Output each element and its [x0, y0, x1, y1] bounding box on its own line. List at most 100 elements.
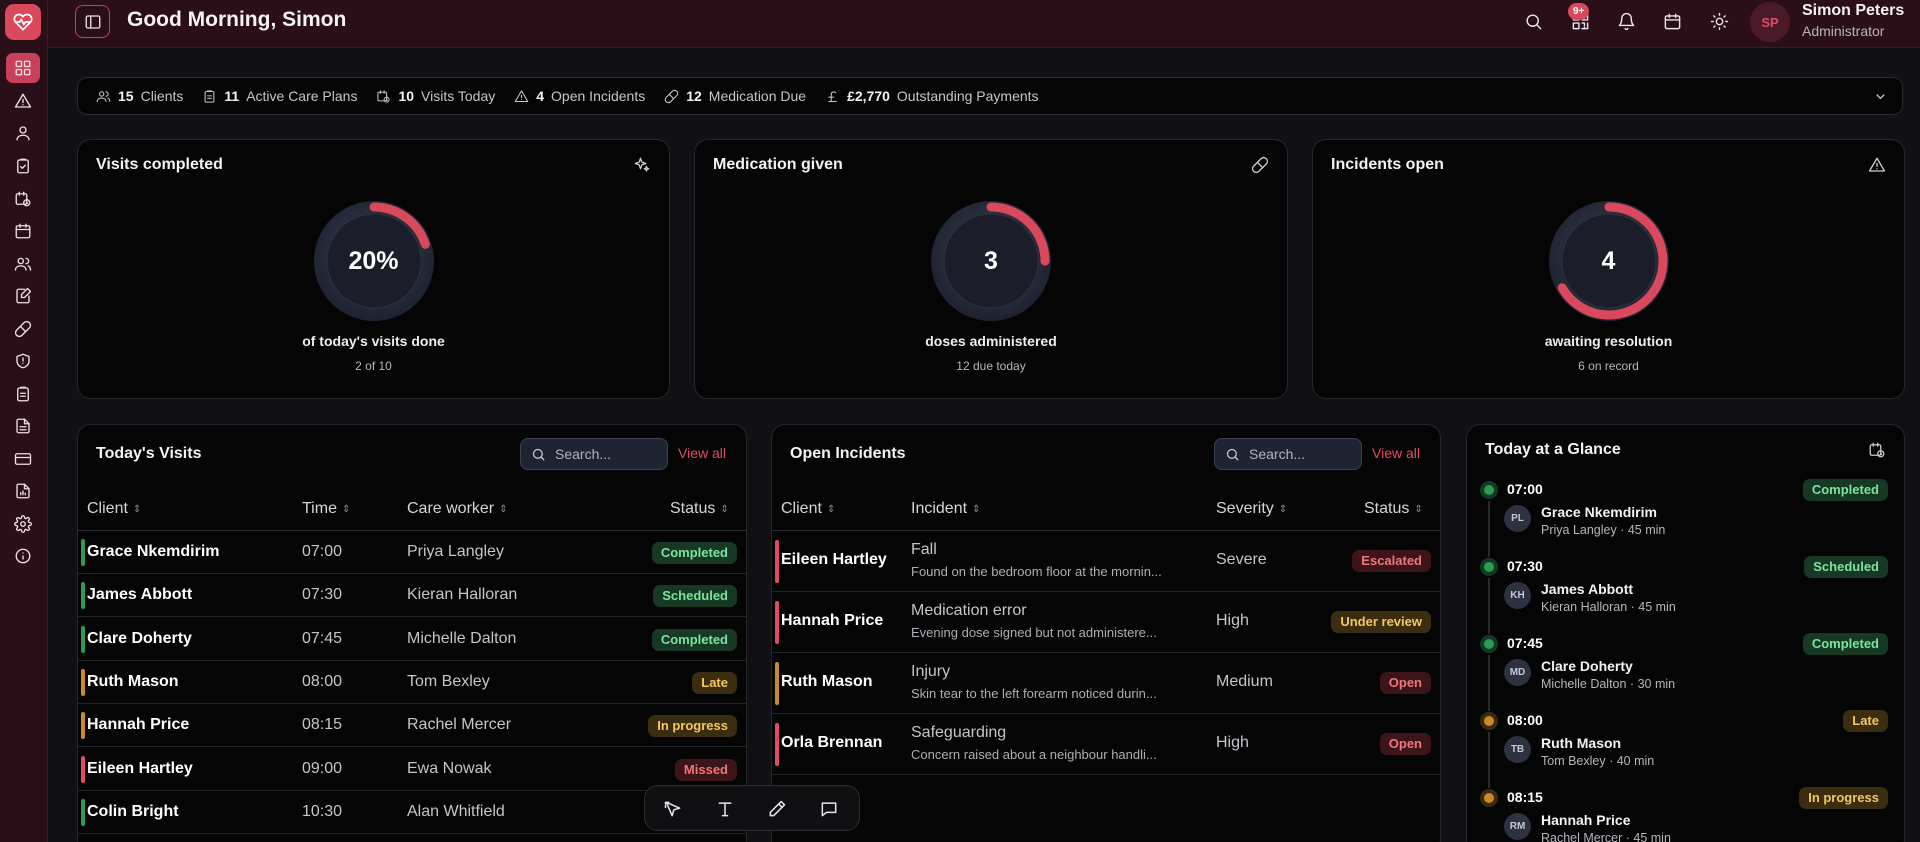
select-cursor-icon[interactable]: [662, 798, 684, 820]
table-row[interactable]: Clare Doherty 07:45 Michelle Dalton Complet…: [78, 618, 746, 661]
nav-incidents-warning-icon[interactable]: [6, 86, 40, 116]
nav-calendar-icon[interactable]: [6, 216, 40, 246]
incidents-view-all-link[interactable]: View all: [1372, 445, 1420, 461]
table-row[interactable]: Hannah Price 08:15 Rachel Mercer In progres…: [78, 704, 746, 748]
client-name[interactable]: Grace Nkemdirim: [87, 543, 220, 561]
visits-view-all-link[interactable]: View all: [678, 445, 726, 461]
visits-search-input[interactable]: Search...: [520, 438, 668, 470]
user-name[interactable]: Simon Peters: [1802, 2, 1904, 20]
client-name[interactable]: Eileen Hartley: [87, 760, 193, 778]
theme-sun-icon[interactable]: [1708, 10, 1730, 32]
stat-label: Outstanding Payments: [896, 88, 1039, 104]
status-badge: Scheduled: [1804, 556, 1888, 578]
visit-time: 07:30: [1507, 558, 1543, 574]
timeline-dot: [1480, 789, 1498, 807]
nav-user-icon[interactable]: [6, 118, 40, 148]
nav-settings-gear-icon[interactable]: [6, 509, 40, 539]
todays-visits-panel: Today's Visits Search... View all Client…: [77, 424, 747, 842]
glance-list-item[interactable]: 08:00 TB Ruth Mason Tom Bexley · 40 min Late: [1467, 708, 1904, 788]
notification-badge: 9+: [1568, 3, 1590, 20]
nav-notes-edit-icon[interactable]: [6, 281, 40, 311]
table-row[interactable]: Hannah Price Medication error Evening dose…: [772, 592, 1440, 653]
status-badge: Escalated: [1352, 550, 1431, 572]
client-name[interactable]: Ruth Mason: [87, 673, 179, 691]
comment-icon[interactable]: [818, 798, 840, 820]
glance-list-item[interactable]: 08:15 RM Hannah Price Rachel Mercer · 45 mi…: [1467, 785, 1904, 842]
status-badge: Late: [1843, 710, 1888, 732]
table-row[interactable]: Eileen Hartley 09:00 Ewa Nowak Missed: [78, 748, 746, 791]
timeline-dot: [1480, 558, 1498, 576]
col-client[interactable]: Client ⇕: [87, 500, 141, 518]
notifications-bell-icon[interactable]: [1615, 10, 1637, 32]
col-incident[interactable]: Incident ⇕: [911, 500, 980, 518]
pencil-icon[interactable]: [766, 798, 788, 820]
table-row[interactable]: James Abbott 07:30 Kieran Halloran Schedule…: [78, 574, 746, 618]
glance-list-item[interactable]: 07:45 MD Clare Doherty Michelle Dalton · 30…: [1467, 631, 1904, 711]
gauge-subtext: 12 due today: [956, 359, 1026, 373]
care-worker: Rachel Mercer: [407, 716, 512, 734]
text-tool-icon[interactable]: [714, 798, 736, 820]
search-icon[interactable]: [1522, 10, 1544, 32]
stat-medication-due[interactable]: 12 Medication Due: [664, 88, 806, 104]
stat-visits-today[interactable]: 10 Visits Today: [376, 88, 495, 104]
glance-list-item[interactable]: 07:30 KH James Abbott Kieran Halloran · 45 …: [1467, 554, 1904, 634]
calendar-clock-icon[interactable]: [1868, 441, 1886, 464]
stat-care-plans[interactable]: 11 Active Care Plans: [202, 88, 357, 104]
table-row[interactable]: Ruth Mason Injury Skin tear to the left fo…: [772, 653, 1440, 714]
col-client[interactable]: Client ⇕: [781, 500, 835, 518]
nav-dashboard-icon[interactable]: [6, 53, 40, 83]
stat-open-incidents[interactable]: 4 Open Incidents: [514, 88, 645, 104]
worker-avatar: TB: [1504, 736, 1531, 763]
stat-label: Visits Today: [421, 88, 496, 104]
user-avatar[interactable]: SP: [1750, 2, 1790, 42]
col-care-worker[interactable]: Care worker ⇕: [407, 500, 508, 518]
table-row[interactable]: Orla Brennan Safeguarding Concern raised a…: [772, 714, 1440, 775]
visit-time: 07:45: [1507, 635, 1543, 651]
client-name[interactable]: Hannah Price: [781, 612, 883, 630]
timeline-line: [1488, 732, 1490, 788]
glance-list-item[interactable]: 07:00 PL Grace Nkemdirim Priya Langley · 45…: [1467, 477, 1904, 557]
calendar-icon[interactable]: [1661, 10, 1683, 32]
stat-clients[interactable]: 15 Clients: [96, 88, 183, 104]
nav-document-icon[interactable]: [6, 411, 40, 441]
gauge-value: 4: [1601, 246, 1616, 275]
status-indicator-bar: [81, 755, 85, 783]
nav-payments-card-icon[interactable]: [6, 444, 40, 474]
client-name[interactable]: Eileen Hartley: [781, 551, 887, 569]
client-name[interactable]: Colin Bright: [87, 803, 179, 821]
client-name[interactable]: Hannah Price: [87, 716, 189, 734]
col-time[interactable]: Time ⇕: [302, 500, 350, 518]
client-name[interactable]: Orla Brennan: [781, 734, 882, 752]
stat-label: Medication Due: [708, 88, 807, 104]
incidents-search-input[interactable]: Search...: [1214, 438, 1362, 470]
col-severity[interactable]: Severity ⇕: [1216, 500, 1287, 518]
col-status[interactable]: Status ⇕: [670, 500, 729, 518]
timeline-dot: [1480, 635, 1498, 653]
client-name[interactable]: Ruth Mason: [781, 673, 873, 691]
nav-shield-icon[interactable]: [6, 346, 40, 376]
visit-time: 07:00: [1507, 481, 1543, 497]
table-row[interactable]: Eileen Hartley Fall Found on the bedroom f…: [772, 531, 1440, 592]
table-row[interactable]: Grace Nkemdirim 07:00 Priya Langley Complet…: [78, 531, 746, 574]
client-name[interactable]: Clare Doherty: [87, 630, 192, 648]
nav-clipboard-check-icon[interactable]: [6, 151, 40, 181]
stat-value: 15: [118, 88, 134, 104]
nav-medication-pill-icon[interactable]: [6, 314, 40, 344]
severity-indicator-bar: [775, 601, 779, 644]
app-logo-heart-icon[interactable]: [5, 4, 41, 40]
nav-info-icon[interactable]: [6, 541, 40, 571]
nav-calendar-clock-icon[interactable]: [6, 184, 40, 214]
top-header: Good Morning, Simon: [48, 0, 1920, 48]
nav-team-icon[interactable]: [6, 249, 40, 279]
visit-detail: Priya Langley · 45 min: [1541, 523, 1666, 537]
severity: Medium: [1216, 673, 1273, 690]
col-status[interactable]: Status ⇕: [1364, 500, 1423, 518]
nav-clipboard-list-icon[interactable]: [6, 379, 40, 409]
incident-description: Skin tear to the left forearm noticed du…: [911, 686, 1157, 701]
sidebar-toggle-button[interactable]: [75, 5, 110, 38]
table-row[interactable]: Ruth Mason 08:00 Tom Bexley Late: [78, 661, 746, 704]
expand-stats-chevron-down-icon[interactable]: [1873, 89, 1888, 109]
client-name[interactable]: James Abbott: [87, 586, 192, 604]
nav-reports-icon[interactable]: [6, 476, 40, 506]
stat-outstanding-payments[interactable]: £2,770 Outstanding Payments: [825, 88, 1039, 104]
